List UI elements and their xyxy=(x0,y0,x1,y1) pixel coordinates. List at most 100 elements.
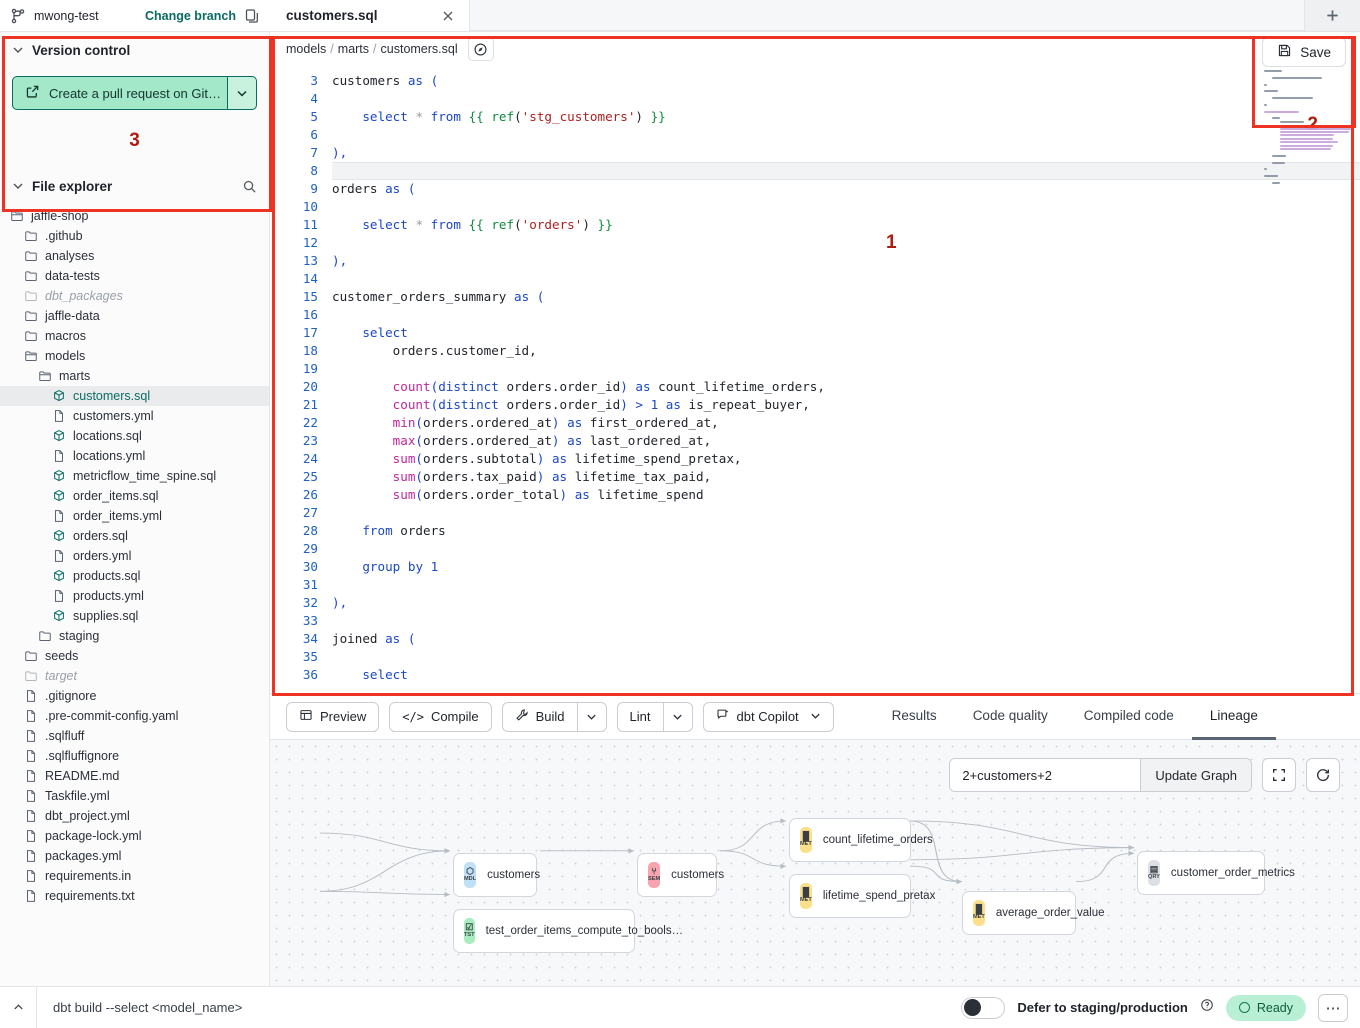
file-tree-item-jaffle-data[interactable]: jaffle-data xyxy=(0,306,269,326)
file-tree[interactable]: jaffle-shop.githubanalysesdata-testsdbt_… xyxy=(0,204,269,986)
file-tree-item-macros[interactable]: macros xyxy=(0,326,269,346)
file-tree-item-locations-yml[interactable]: locations.yml xyxy=(0,446,269,466)
code-line[interactable]: ), xyxy=(332,594,1360,612)
file-tree-item-dbt-project-yml[interactable]: dbt_project.yml xyxy=(0,806,269,826)
lineage-graph[interactable]: Update Graph stg_custome xyxy=(270,740,1360,986)
change-branch-link[interactable]: Change branch xyxy=(145,9,236,23)
file-tree-item--sqlfluff[interactable]: .sqlfluff xyxy=(0,726,269,746)
code-line[interactable] xyxy=(332,576,1360,594)
code-line[interactable]: count(distinct orders.order_id) as count… xyxy=(332,378,1360,396)
file-tree-item-readme-md[interactable]: README.md xyxy=(0,766,269,786)
compass-icon[interactable] xyxy=(468,37,494,61)
file-tree-item-customers-sql[interactable]: customers.sql xyxy=(0,386,269,406)
code-line[interactable]: ), xyxy=(332,144,1360,162)
compile-button[interactable]: </> Compile xyxy=(389,702,491,732)
tab-compiled-code[interactable]: Compiled code xyxy=(1066,694,1192,740)
lineage-node-count_lt[interactable]: █METcount_lifetime_orders xyxy=(789,818,911,862)
lineage-node-customers_sem[interactable]: ⑂SEMcustomers xyxy=(637,853,717,897)
code-line[interactable]: customer_orders_summary as ( xyxy=(332,288,1360,306)
save-button[interactable]: Save xyxy=(1262,37,1346,67)
code-line[interactable]: count(distinct orders.order_id) > 1 as i… xyxy=(332,396,1360,414)
code-line[interactable]: from orders xyxy=(332,522,1360,540)
editor-minimap[interactable] xyxy=(1264,70,1352,190)
chevron-up-icon[interactable] xyxy=(0,1001,36,1014)
code-editor[interactable]: 3456789101112131415161718192021222324252… xyxy=(270,66,1360,693)
code-line[interactable] xyxy=(332,234,1360,252)
code-line[interactable]: select * from {{ ref('orders') }} xyxy=(332,216,1360,234)
code-line[interactable] xyxy=(332,162,1360,180)
file-tree-item-locations-sql[interactable]: locations.sql xyxy=(0,426,269,446)
file-tree-item-analyses[interactable]: analyses xyxy=(0,246,269,266)
build-caret[interactable] xyxy=(577,702,607,732)
file-tree-item-target[interactable]: target xyxy=(0,666,269,686)
file-tree-item--pre-commit-config-yaml[interactable]: .pre-commit-config.yaml xyxy=(0,706,269,726)
file-tree-item-requirements-txt[interactable]: requirements.txt xyxy=(0,886,269,906)
file-tree-item-marts[interactable]: marts xyxy=(0,366,269,386)
code-line[interactable] xyxy=(332,306,1360,324)
refresh-icon[interactable] xyxy=(1306,758,1340,792)
file-tree-item-models[interactable]: models xyxy=(0,346,269,366)
file-tree-item-metricflow-time-spine-sql[interactable]: metricflow_time_spine.sql xyxy=(0,466,269,486)
code-line[interactable]: joined as ( xyxy=(332,630,1360,648)
file-tree-item-supplies-sql[interactable]: supplies.sql xyxy=(0,606,269,626)
file-tree-item-requirements-in[interactable]: requirements.in xyxy=(0,866,269,886)
breadcrumb-part-models[interactable]: models xyxy=(286,42,326,56)
search-icon[interactable] xyxy=(242,179,257,194)
code-line[interactable]: max(orders.ordered_at) as last_ordered_a… xyxy=(332,432,1360,450)
command-bar-input[interactable]: dbt build --select <model_name> xyxy=(36,987,961,1028)
code-line[interactable]: orders.customer_id, xyxy=(332,342,1360,360)
code-line[interactable]: select xyxy=(332,324,1360,342)
preview-button[interactable]: Preview xyxy=(286,702,379,732)
code-line[interactable]: select * from {{ ref('stg_customers') }} xyxy=(332,108,1360,126)
defer-toggle[interactable] xyxy=(961,997,1005,1019)
lineage-node-test_node[interactable]: ☑TSTtest_order_items_compute_to_bools… xyxy=(453,909,635,953)
file-tree-item-orders-yml[interactable]: orders.yml xyxy=(0,546,269,566)
code-line[interactable] xyxy=(332,360,1360,378)
code-line[interactable]: sum(orders.order_total) as lifetime_spen… xyxy=(332,486,1360,504)
ellipsis-icon[interactable]: ⋯ xyxy=(1318,994,1348,1022)
breadcrumb[interactable]: models/marts/customers.sql xyxy=(286,42,458,56)
lineage-selector-input[interactable] xyxy=(950,759,1140,791)
file-tree-item-customers-yml[interactable]: customers.yml xyxy=(0,406,269,426)
tab-code-quality[interactable]: Code quality xyxy=(955,694,1066,740)
chevron-down-icon[interactable] xyxy=(810,709,821,724)
code-line[interactable] xyxy=(332,612,1360,630)
code-line[interactable]: group by 1 xyxy=(332,558,1360,576)
lineage-node-lifetime_sp[interactable]: █METlifetime_spend_pretax xyxy=(789,874,911,918)
code-line[interactable]: sum(orders.subtotal) as lifetime_spend_p… xyxy=(332,450,1360,468)
code-line[interactable] xyxy=(332,648,1360,666)
file-tree-item--gitignore[interactable]: .gitignore xyxy=(0,686,269,706)
copy-icon[interactable] xyxy=(244,8,260,24)
code-line[interactable]: min(orders.ordered_at) as first_ordered_… xyxy=(332,414,1360,432)
code-content[interactable]: customers as ( select * from {{ ref('stg… xyxy=(328,66,1360,693)
code-line[interactable] xyxy=(332,540,1360,558)
version-control-header[interactable]: Version control xyxy=(0,32,269,68)
file-tree-item-data-tests[interactable]: data-tests xyxy=(0,266,269,286)
lineage-node-avg_order[interactable]: █METaverage_order_value xyxy=(962,891,1076,935)
code-line[interactable] xyxy=(332,126,1360,144)
new-tab-button[interactable] xyxy=(1304,0,1360,31)
build-button[interactable]: Build xyxy=(502,702,577,732)
code-line[interactable] xyxy=(332,90,1360,108)
code-line[interactable]: ), xyxy=(332,252,1360,270)
expand-icon[interactable] xyxy=(1262,758,1296,792)
file-tree-item--sqlfluffignore[interactable]: .sqlfluffignore xyxy=(0,746,269,766)
file-tree-item-order-items-yml[interactable]: order_items.yml xyxy=(0,506,269,526)
code-line[interactable]: sum(orders.tax_paid) as lifetime_tax_pai… xyxy=(332,468,1360,486)
file-tree-item-products-sql[interactable]: products.sql xyxy=(0,566,269,586)
lineage-node-cust_metrics[interactable]: ▤QRYcustomer_order_metrics xyxy=(1137,851,1265,895)
breadcrumb-part-file[interactable]: customers.sql xyxy=(381,42,458,56)
file-tree-item-package-lock-yml[interactable]: package-lock.yml xyxy=(0,826,269,846)
file-tree-item--github[interactable]: .github xyxy=(0,226,269,246)
question-circle-icon[interactable] xyxy=(1200,998,1214,1017)
file-tree-item-order-items-sql[interactable]: order_items.sql xyxy=(0,486,269,506)
dbt-copilot-button[interactable]: dbt Copilot xyxy=(703,702,834,732)
code-line[interactable] xyxy=(332,504,1360,522)
update-graph-button[interactable]: Update Graph xyxy=(1140,759,1251,791)
create-pull-request-button[interactable]: Create a pull request on Git… xyxy=(12,76,227,110)
lint-caret[interactable] xyxy=(663,702,693,732)
file-tree-item-taskfile-yml[interactable]: Taskfile.yml xyxy=(0,786,269,806)
code-line[interactable] xyxy=(332,270,1360,288)
code-line[interactable]: customers as ( xyxy=(332,72,1360,90)
breadcrumb-part-marts[interactable]: marts xyxy=(338,42,369,56)
